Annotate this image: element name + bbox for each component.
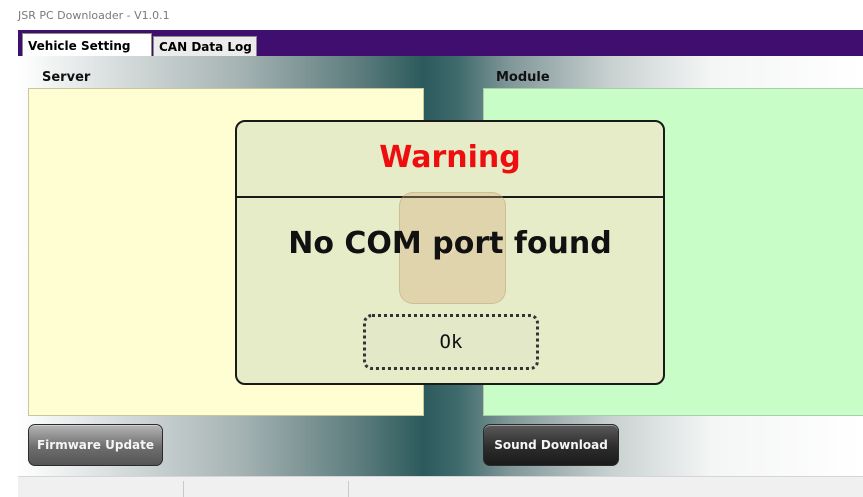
sound-download-button[interactable]: Sound Download (483, 424, 619, 466)
warning-dialog: Warning No COM port found Ok (235, 120, 665, 385)
ok-button[interactable]: Ok (363, 314, 539, 370)
dialog-header: Warning (237, 122, 663, 198)
status-separator (348, 481, 349, 497)
dialog-title: Warning (379, 140, 521, 175)
server-label: Server (42, 70, 91, 85)
dialog-message: No COM port found (288, 226, 612, 261)
tab-can-data-log[interactable]: CAN Data Log (153, 36, 257, 56)
window-title: JSR PC Downloader - V1.0.1 (18, 9, 170, 22)
firmware-update-button[interactable]: Firmware Update (28, 424, 163, 466)
status-bar (18, 476, 863, 497)
tab-vehicle-setting[interactable]: Vehicle Setting (22, 33, 152, 56)
tab-strip: Vehicle Setting CAN Data Log (18, 30, 863, 56)
title-bar: JSR PC Downloader - V1.0.1 (0, 0, 863, 30)
status-separator (183, 481, 184, 497)
module-label: Module (496, 70, 550, 85)
